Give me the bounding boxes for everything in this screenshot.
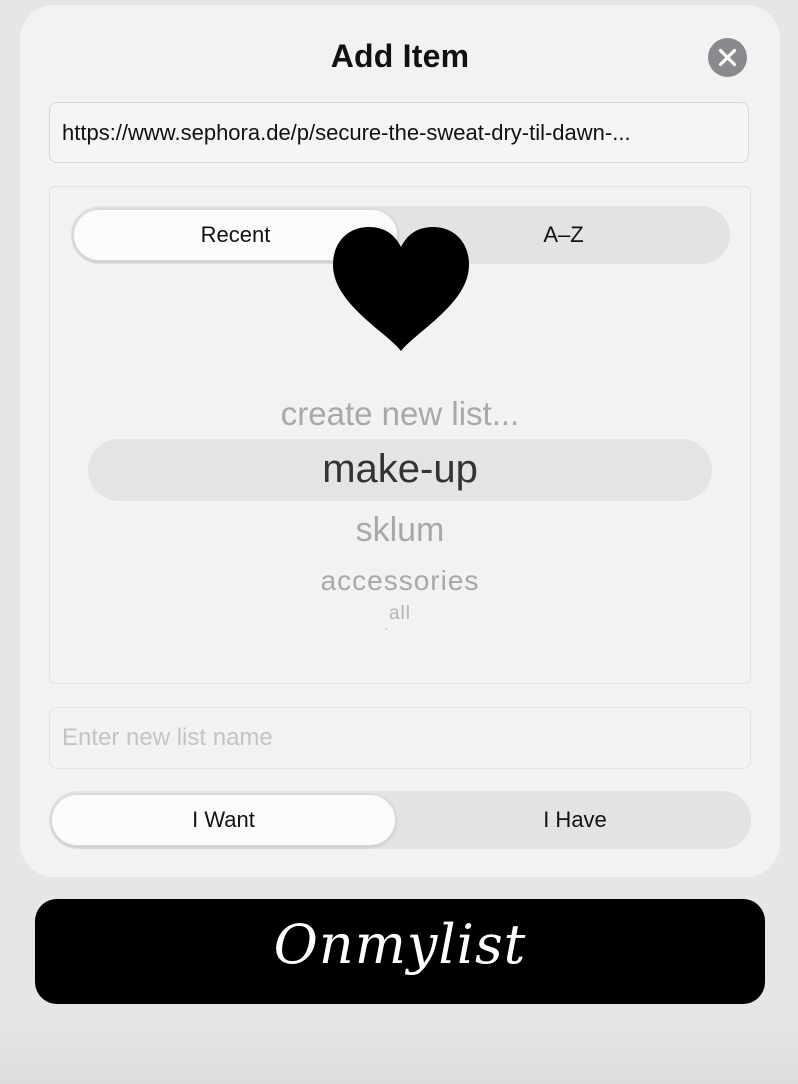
screen: Add Item https://www.sephora.de/p/secure…	[0, 0, 798, 1084]
picker-item-make-up[interactable]: make-up	[50, 447, 750, 492]
add-item-sheet: Add Item https://www.sephora.de/p/secure…	[20, 5, 780, 877]
sheet-title: Add Item	[330, 38, 470, 74]
picker-item-bags[interactable]: bags	[50, 625, 750, 630]
close-icon	[718, 48, 737, 67]
url-field[interactable]: https://www.sephora.de/p/secure-the-swea…	[49, 102, 749, 163]
heart-icon[interactable]	[333, 227, 469, 353]
brand-logo-text: Onmylist	[273, 913, 527, 976]
list-picker-panel: Recent A–Z create new list... make-up sk…	[49, 186, 751, 684]
picker-item-all[interactable]: all	[50, 603, 750, 625]
i-want-option[interactable]: I Want	[51, 794, 396, 846]
picker-item-sklum[interactable]: sklum	[50, 511, 750, 550]
picker-item-accessories[interactable]: accessories	[50, 565, 750, 597]
close-button[interactable]	[708, 38, 747, 77]
new-list-name-input[interactable]: Enter new list name	[49, 707, 751, 769]
picker-item-create-new-list[interactable]: create new list...	[50, 395, 750, 433]
i-have-option[interactable]: I Have	[401, 794, 749, 846]
onmylist-brand-button[interactable]: Onmylist	[35, 899, 765, 1004]
bottom-fade	[0, 1020, 798, 1084]
want-have-segmented-control: I Want I Have	[49, 791, 751, 849]
list-wheel-picker[interactable]: create new list... make-up sklum accesso…	[50, 387, 750, 637]
